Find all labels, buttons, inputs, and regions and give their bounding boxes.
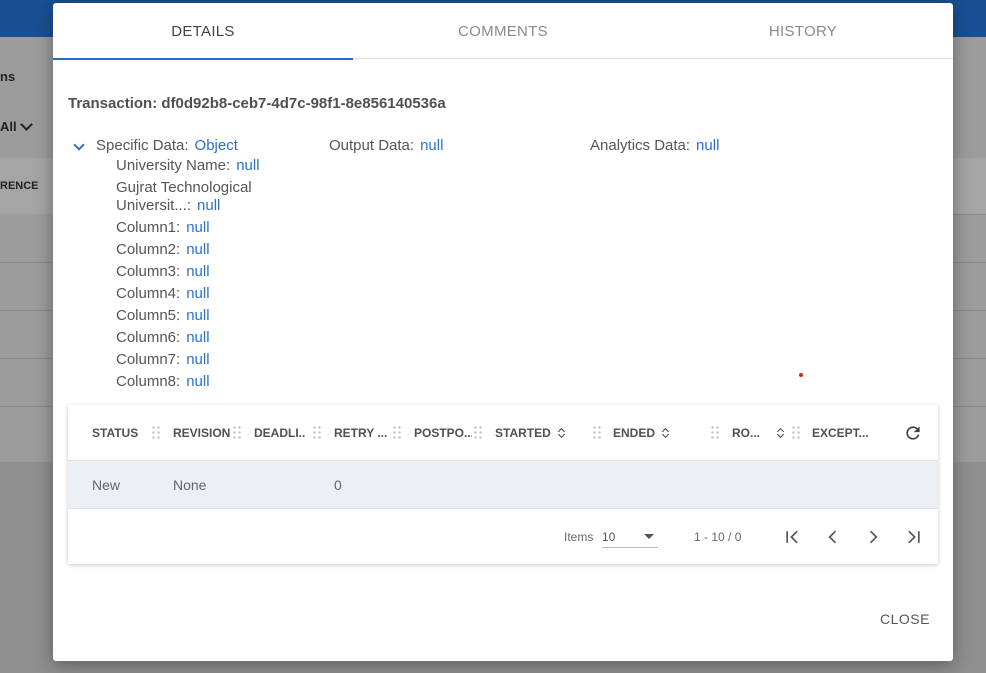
field-value: null <box>236 157 260 174</box>
field-value: null <box>197 197 221 214</box>
cell-status: New <box>92 477 121 493</box>
tab-details[interactable]: DETAILS <box>53 3 353 60</box>
background-row-divider <box>0 310 60 311</box>
background-row-divider <box>0 358 60 359</box>
column-header-status[interactable]: STATUS <box>92 405 142 461</box>
specific-data-value: Object <box>194 137 238 154</box>
next-page-icon[interactable] <box>863 527 883 547</box>
analytics-data-label: Analytics Data: <box>590 137 691 154</box>
cell-revision: None <box>173 477 207 493</box>
column-header-revision[interactable]: REVISION <box>173 405 233 461</box>
column-header-ended[interactable]: ENDED <box>613 405 693 461</box>
background-title: ns <box>0 69 16 84</box>
task-table-card: STATUS REVISION DEADLI... RETRY ... POST… <box>68 405 938 564</box>
field-gujrat-label-line: Gujrat Technological <box>116 179 252 196</box>
page-size-value: 10 <box>602 529 616 544</box>
field-university-name: University Name: null <box>116 157 260 174</box>
sort-icon[interactable] <box>557 426 567 440</box>
field-label: Column8: <box>116 373 181 390</box>
paginator: Items 10 1 - 10 / 0 <box>68 509 938 564</box>
first-page-icon[interactable] <box>783 527 803 547</box>
caret-down-icon <box>644 534 654 539</box>
field-column6: Column6: null <box>116 329 210 346</box>
analytics-data-value: null <box>696 137 720 154</box>
field-value: null <box>186 219 210 236</box>
field-value: null <box>186 285 210 302</box>
background-filter: All <box>0 119 17 134</box>
tab-comments[interactable]: COMMENTS <box>353 3 653 59</box>
drag-handle-icon[interactable] <box>312 425 322 441</box>
transaction-title: Transaction: df0d92b8-ceb7-4d7c-98f1-8e8… <box>68 95 446 112</box>
field-column1: Column1: null <box>116 219 210 236</box>
field-value: null <box>186 263 210 280</box>
page-range: 1 - 10 / 0 <box>694 529 742 544</box>
background-row-divider <box>953 262 986 263</box>
drag-handle-icon[interactable] <box>473 425 483 441</box>
column-header-started[interactable]: STARTED <box>495 405 575 461</box>
background-column-header: RENCE <box>0 180 39 192</box>
column-header-retry[interactable]: RETRY ... <box>334 405 389 461</box>
drag-handle-icon[interactable] <box>392 425 402 441</box>
specific-data-item[interactable]: Specific Data: Object <box>96 137 238 154</box>
field-value: null <box>186 329 210 346</box>
drag-handle-icon[interactable] <box>151 425 161 441</box>
page-size-select[interactable]: 10 <box>602 526 658 548</box>
field-label: Column1: <box>116 219 181 236</box>
sort-icon[interactable] <box>661 426 671 440</box>
field-label: Column3: <box>116 263 181 280</box>
field-column2: Column2: null <box>116 241 210 258</box>
chevron-down-icon[interactable] <box>73 139 85 151</box>
last-page-icon[interactable] <box>903 527 923 547</box>
column-header-exception[interactable]: EXCEPT... <box>812 405 882 461</box>
column-header-ro[interactable]: RO... <box>732 405 792 461</box>
items-per-page-label: Items <box>564 529 594 544</box>
field-gujrat-technological: Universit...: null <box>116 197 220 214</box>
background-row-divider <box>953 310 986 311</box>
column-header-postpone[interactable]: POSTPO... <box>414 405 472 461</box>
background-row-divider <box>953 214 986 215</box>
table-header: STATUS REVISION DEADLI... RETRY ... POST… <box>68 405 938 461</box>
background-row-divider <box>0 406 60 407</box>
specific-data-label: Specific Data: <box>96 137 189 154</box>
previous-page-icon[interactable] <box>823 527 843 547</box>
field-label: Column6: <box>116 329 181 346</box>
background-row-divider <box>953 406 986 407</box>
field-column3: Column3: null <box>116 263 210 280</box>
field-column7: Column7: null <box>116 351 210 368</box>
output-data-value: null <box>420 137 444 154</box>
field-label: Column7: <box>116 351 181 368</box>
cell-retry: 0 <box>334 477 342 493</box>
refresh-icon[interactable] <box>903 423 923 443</box>
output-data-item: Output Data: null <box>329 137 443 154</box>
background-row-divider <box>953 358 986 359</box>
cursor-marker <box>799 373 803 377</box>
table-row[interactable]: New None 0 <box>68 461 938 509</box>
sort-icon[interactable] <box>776 426 786 440</box>
field-column5: Column5: null <box>116 307 210 324</box>
field-label: Column2: <box>116 241 181 258</box>
field-label: University Name: <box>116 157 231 174</box>
background-row-divider <box>0 262 60 263</box>
field-column8: Column8: null <box>116 373 210 390</box>
drag-handle-icon[interactable] <box>710 425 720 441</box>
close-button[interactable]: CLOSE <box>865 603 945 635</box>
field-label: Universit...: <box>116 197 192 214</box>
transaction-dialog: DETAILS COMMENTS HISTORY Transaction: df… <box>53 3 953 661</box>
analytics-data-item: Analytics Data: null <box>590 137 719 154</box>
field-label: Column5: <box>116 307 181 324</box>
field-value: null <box>186 241 210 258</box>
tab-bar: DETAILS COMMENTS HISTORY <box>53 3 953 60</box>
field-value: null <box>186 351 210 368</box>
field-label: Column4: <box>116 285 181 302</box>
drag-handle-icon[interactable] <box>592 425 602 441</box>
output-data-label: Output Data: <box>329 137 415 154</box>
drag-handle-icon[interactable] <box>232 425 242 441</box>
column-header-deadline[interactable]: DEADLI... <box>254 405 306 461</box>
field-label-line1: Gujrat Technological <box>116 179 252 196</box>
drag-handle-icon[interactable] <box>791 425 801 441</box>
tab-history[interactable]: HISTORY <box>653 3 953 59</box>
field-column4: Column4: null <box>116 285 210 302</box>
field-value: null <box>186 307 210 324</box>
field-value: null <box>186 373 210 390</box>
